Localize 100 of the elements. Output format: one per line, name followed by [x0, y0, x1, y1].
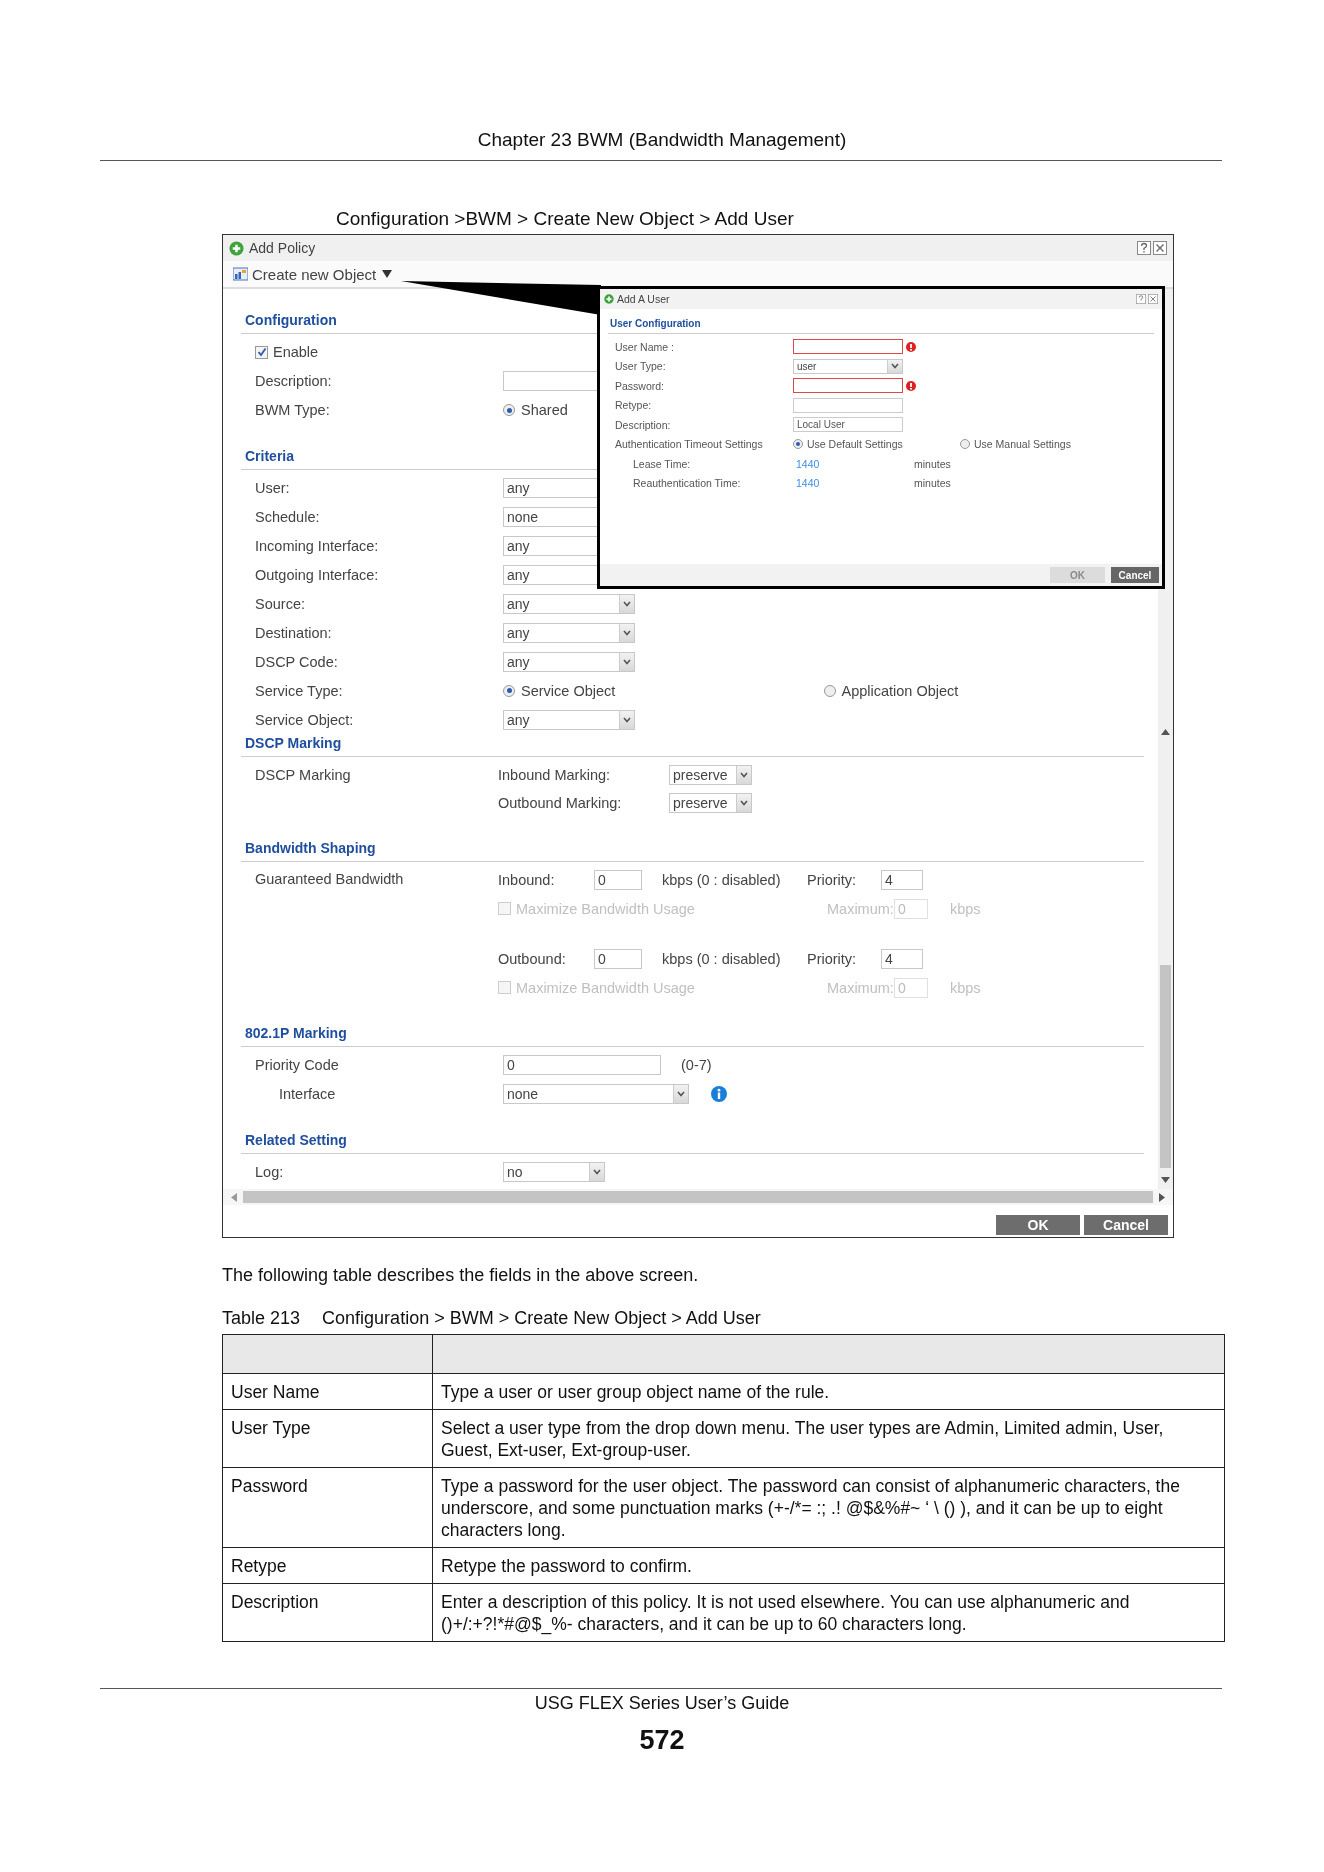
value-field[interactable]: 0	[594, 948, 642, 969]
field-label: Outbound Marking:	[498, 794, 623, 811]
help-icon[interactable]	[1137, 241, 1151, 255]
value-field[interactable]: 4	[881, 869, 923, 890]
field-label: Retype:	[615, 399, 653, 412]
caret-icon	[623, 629, 631, 636]
dropdown[interactable]: preserve	[669, 764, 752, 785]
radio-button[interactable]	[960, 439, 970, 450]
error-icon	[906, 341, 916, 352]
field-label: Description:	[255, 373, 333, 389]
caret-icon	[740, 771, 748, 778]
dialog-button[interactable]: Cancel	[1084, 1215, 1168, 1235]
field-label: Reauthentication Time:	[632, 477, 742, 490]
field-label: Outbound:	[498, 950, 567, 967]
value-text: 1440	[795, 457, 821, 470]
info-icon[interactable]	[711, 1086, 727, 1102]
table-caption: Configuration > BWM > Create New Object > Add User	[322, 1307, 761, 1330]
table-number: Table 213	[222, 1307, 301, 1330]
dialog-button[interactable]: OK	[996, 1215, 1080, 1235]
scroll-right-icon[interactable]	[1159, 1192, 1165, 1202]
caret-icon	[677, 1091, 685, 1097]
field-label: Priority Code	[255, 1057, 340, 1073]
unit-label: kbps (0 : disabled)	[662, 950, 782, 967]
section-heading: User Configuration	[608, 315, 1154, 334]
field-label: Maximum:	[827, 900, 894, 917]
unit-label: minutes	[914, 457, 951, 470]
option-label: Shared	[521, 402, 568, 418]
close-icon[interactable]	[1148, 294, 1158, 304]
scroll-up-icon[interactable]	[1161, 729, 1170, 735]
unit-label: minutes	[914, 477, 951, 490]
section-heading: Bandwidth Shaping	[241, 836, 1144, 862]
field-label: Service Object:	[255, 711, 355, 728]
scrollbar-thumb[interactable]	[243, 1191, 1153, 1203]
figure-caption: Configuration >BWM > Create New Object > Add User	[336, 207, 795, 231]
value-text: 1440	[795, 477, 821, 490]
field-label: User Type:	[615, 360, 667, 373]
object-icon	[233, 267, 248, 281]
radio-button[interactable]	[793, 439, 803, 450]
footer-guide-title: USG FLEX Series User’s Guide	[533, 1692, 791, 1715]
field-label: Schedule:	[255, 508, 321, 525]
body-text: The following table describes the fields in the above screen.	[222, 1264, 700, 1287]
field-label: Description:	[615, 418, 672, 431]
table-cell: Type a password for the user object. The password can consist of alphanumeric characters, the underscore, and some punctuation marks (+-/*= :; .! @$&%#~ ‘ \ () ), and it can be up to eight characters long.	[432, 1467, 1225, 1548]
field-label: Lease Time:	[632, 457, 692, 470]
table-cell: Password	[222, 1467, 433, 1548]
help-icon[interactable]	[1136, 294, 1146, 304]
caret-icon	[623, 658, 631, 665]
dialog-title: Add A User	[617, 293, 670, 305]
scroll-down-icon[interactable]	[1161, 1177, 1170, 1183]
dropdown[interactable]: any	[503, 651, 635, 672]
caret-icon	[623, 600, 631, 607]
table-cell: Type a user or user group object name of the rule.	[432, 1373, 1225, 1410]
page-number: 572	[638, 1725, 686, 1756]
horizontal-scrollbar[interactable]	[223, 1189, 1173, 1205]
text-field[interactable]	[793, 397, 903, 413]
checkbox-label: Maximize Bandwidth Usage	[516, 979, 695, 996]
table-cell: Description	[222, 1583, 433, 1642]
scroll-left-icon[interactable]	[231, 1192, 237, 1202]
field-label: Maximum:	[827, 979, 894, 996]
field-label: Destination:	[255, 624, 333, 641]
field-label: User:	[255, 479, 291, 496]
caret-icon	[382, 270, 393, 278]
radio-button[interactable]	[503, 684, 515, 697]
text-field[interactable]	[793, 378, 903, 394]
field-label: BWM Type:	[255, 402, 331, 418]
value-field[interactable]: 0	[594, 869, 642, 890]
dropdown[interactable]: none	[503, 1084, 689, 1104]
radio-button[interactable]	[823, 684, 836, 697]
text-field[interactable]: 0	[503, 1055, 661, 1075]
table-cell: User Name	[222, 1373, 433, 1410]
dropdown[interactable]: user	[793, 358, 903, 374]
value-field[interactable]: 4	[881, 948, 923, 969]
scrollbar-thumb[interactable]	[1160, 964, 1171, 1169]
field-label: Password:	[615, 379, 666, 392]
field-label: Priority:	[807, 950, 858, 967]
field-label: Log:	[255, 1163, 285, 1180]
chapter-header: Chapter 23 BWM (Bandwidth Management)	[476, 128, 848, 152]
dialog-button[interactable]: Cancel	[1111, 567, 1159, 583]
radio-button[interactable]	[503, 404, 515, 416]
dropdown[interactable]: no	[503, 1161, 605, 1182]
dropdown[interactable]: any	[503, 593, 635, 614]
field-label: Inbound:	[498, 871, 556, 888]
dropdown[interactable]: any	[503, 709, 635, 730]
close-icon[interactable]	[1153, 241, 1167, 255]
dropdown[interactable]: any	[503, 622, 635, 643]
caret-icon	[740, 799, 748, 806]
checkbox[interactable]	[255, 345, 268, 359]
text-field[interactable]: Local User	[793, 417, 903, 433]
dropdown[interactable]: preserve	[669, 792, 752, 813]
checkbox-label: Maximize Bandwidth Usage	[516, 900, 695, 917]
add-icon	[229, 240, 244, 256]
field-label: Priority:	[807, 871, 858, 888]
section-heading: 802.1P Marking	[241, 1022, 1144, 1047]
field-label: Service Type:	[255, 682, 344, 699]
text-field[interactable]	[793, 339, 903, 355]
table-cell: Retype	[222, 1547, 433, 1584]
create-object-menu[interactable]: Create new Object	[233, 265, 393, 283]
field-label: DSCP Code:	[255, 653, 339, 670]
caret-icon	[891, 363, 899, 370]
field-label: Incoming Interface:	[255, 537, 380, 554]
